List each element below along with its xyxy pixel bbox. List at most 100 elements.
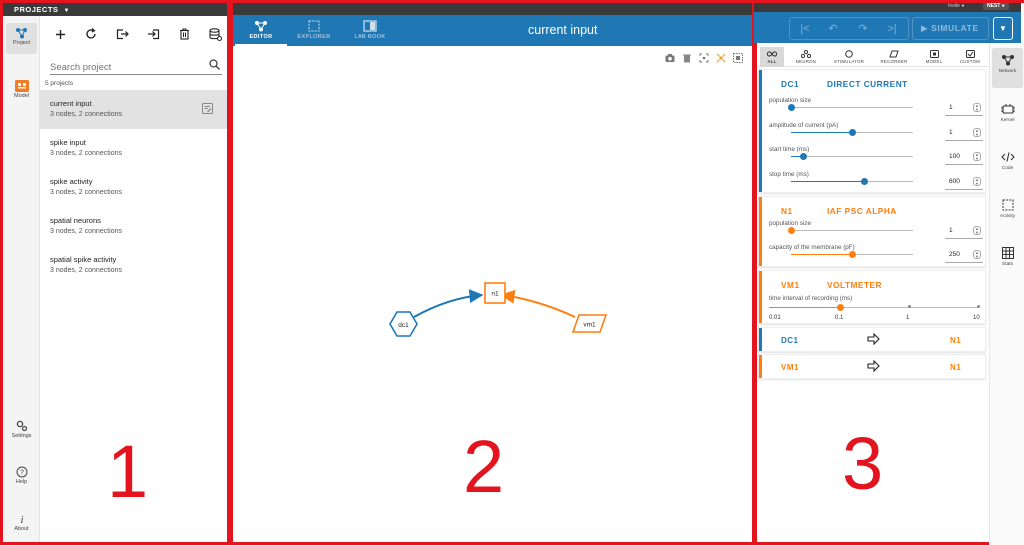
project-item[interactable]: spike input 3 nodes, 2 connections [40, 129, 227, 168]
node-id[interactable]: N1 [781, 206, 793, 216]
spinner-icon[interactable]: ▲ ▼ [973, 250, 981, 259]
export-button[interactable] [112, 24, 132, 44]
param-slider[interactable] [788, 104, 913, 111]
first-step-icon[interactable]: |< [798, 22, 812, 36]
filter-all-label: ALL [767, 59, 777, 64]
rail-project-label: Project [12, 40, 31, 46]
projects-header[interactable]: PROJECTS ▼ [3, 3, 227, 16]
code-icon [1000, 152, 1015, 162]
filter-neuron[interactable]: NEURON [787, 47, 825, 67]
simulate-button[interactable]: ▶ SIMULATE [912, 17, 989, 40]
play-icon: ▶ [921, 23, 929, 33]
undo-icon[interactable]: ↶ [826, 22, 840, 36]
filter-recorder[interactable]: RECORDER [873, 47, 915, 67]
spinner-icon[interactable]: ▲ ▼ [973, 152, 981, 161]
edit-note-icon[interactable] [202, 103, 213, 114]
node-model[interactable]: IAF PSC ALPHA [827, 206, 897, 216]
rail-about-button[interactable]: i About [6, 513, 37, 532]
rail-activity-button[interactable]: Activity [992, 193, 1023, 233]
slider-knob[interactable] [849, 129, 856, 136]
header-bar: |< ↶ ↷ >| ▶ SIMULATE ▼ [754, 12, 1021, 43]
node-n1[interactable]: n1 [484, 282, 506, 304]
filter-stimulator[interactable]: STIMULATOR [826, 47, 872, 67]
spinner-icon[interactable]: ▲ ▼ [973, 103, 981, 112]
project-item[interactable]: spatial neurons 3 nodes, 2 connections [40, 207, 227, 246]
delete-button[interactable] [174, 24, 194, 44]
rail-code-button[interactable]: Code [992, 145, 1023, 185]
project-desc: 3 nodes, 2 connections [50, 111, 122, 118]
filter-model[interactable]: MODEL [917, 47, 951, 67]
slider-knob[interactable] [800, 153, 808, 160]
search-icon[interactable] [209, 59, 220, 70]
param-value-input[interactable]: 250 ▲ ▼ [945, 247, 983, 263]
simulate-dropdown-button[interactable]: ▼ [993, 17, 1013, 40]
project-name: spike activity [50, 177, 93, 186]
connection-source: VM1 [781, 363, 799, 372]
rail-kernel-button[interactable]: Kernel [992, 97, 1023, 137]
connection-edge[interactable] [413, 289, 484, 318]
left-panel: PROJECTS ▼ Project Model Settings ? Help … [0, 0, 230, 545]
rail-model-button[interactable]: Model [6, 80, 37, 99]
card-stripe [759, 70, 762, 192]
param-slider[interactable] [791, 178, 913, 185]
param-slider[interactable] [788, 227, 913, 234]
filter-custom[interactable]: CUSTOM [953, 47, 987, 67]
insite-badge[interactable]: Insite ● [944, 2, 968, 10]
network-canvas[interactable]: dc1 n1 vm1 2 [233, 46, 752, 542]
section-number-1: 1 [107, 430, 149, 513]
connection-source: DC1 [781, 336, 799, 345]
tab-lab-book[interactable]: LAB BOOK [344, 20, 396, 46]
settings-icon [16, 420, 27, 432]
slider-knob[interactable] [837, 304, 844, 311]
connection-card[interactable]: VM1 N1 [758, 354, 986, 379]
node-vm1[interactable]: vm1 [571, 314, 608, 333]
node-label: dc1 [398, 322, 409, 329]
param-value-input[interactable]: 100 ▲ ▼ [945, 149, 983, 165]
node-dc1[interactable]: dc1 [389, 311, 418, 337]
rail-help-button[interactable]: ? Help [6, 466, 37, 485]
connection-edge[interactable] [500, 289, 576, 318]
rail-network-button[interactable]: Network [992, 48, 1023, 88]
slider-knob[interactable] [849, 251, 856, 258]
filter-all[interactable]: ALL [760, 47, 784, 67]
app-header: EDITOR EXPLORER LAB BOOK current input [233, 15, 752, 46]
rail-stats-button[interactable]: Stats [992, 241, 1023, 281]
slider-knob[interactable] [861, 178, 869, 185]
import-button[interactable] [143, 24, 163, 44]
project-item[interactable]: spatial spike activity 3 nodes, 2 connec… [40, 246, 227, 285]
param-slider[interactable] [791, 129, 913, 136]
database-button[interactable] [205, 24, 225, 44]
node-model[interactable]: VOLTMETER [827, 280, 882, 290]
project-item[interactable]: spike activity 3 nodes, 2 connections [40, 168, 227, 207]
node-id[interactable]: DC1 [781, 79, 799, 89]
slider-knob[interactable] [788, 227, 795, 234]
rail-settings-button[interactable]: Settings [6, 420, 37, 439]
reload-button[interactable] [81, 24, 101, 44]
tab-editor[interactable]: EDITOR [235, 20, 287, 46]
search-input[interactable] [50, 59, 200, 76]
export-icon [116, 29, 129, 40]
help-icon: ? [16, 466, 27, 478]
spinner-icon[interactable]: ▲ ▼ [973, 128, 981, 137]
param-slider[interactable] [791, 153, 913, 160]
add-project-button[interactable] [50, 24, 70, 44]
project-item[interactable]: current input 3 nodes, 2 connections [40, 90, 227, 129]
node-id[interactable]: VM1 [781, 280, 800, 290]
last-step-icon[interactable]: >| [885, 22, 899, 36]
param-value-input[interactable]: 1 ▲ ▼ [945, 125, 983, 141]
tab-explorer[interactable]: EXPLORER [288, 20, 340, 46]
param-row: time interval of recording (ms) 0.01 0.1… [769, 295, 985, 323]
node-model[interactable]: DIRECT CURRENT [827, 79, 908, 89]
param-value-input[interactable]: 1 ▲ ▼ [945, 100, 983, 116]
spinner-icon[interactable]: ▲ ▼ [973, 177, 981, 186]
connection-card[interactable]: DC1 N1 [758, 327, 986, 352]
redo-icon[interactable]: ↷ [856, 22, 870, 36]
param-slider[interactable] [791, 251, 913, 258]
spinner-icon[interactable]: ▲ ▼ [973, 226, 981, 235]
plus-icon [55, 29, 65, 39]
rail-project-button[interactable]: Project [6, 23, 37, 54]
slider-knob[interactable] [788, 104, 795, 111]
param-value-input[interactable]: 1 ▲ ▼ [945, 223, 983, 239]
param-value-input[interactable]: 600 ▲ ▼ [945, 174, 983, 190]
nest-badge[interactable]: NEST ● [983, 2, 1009, 10]
